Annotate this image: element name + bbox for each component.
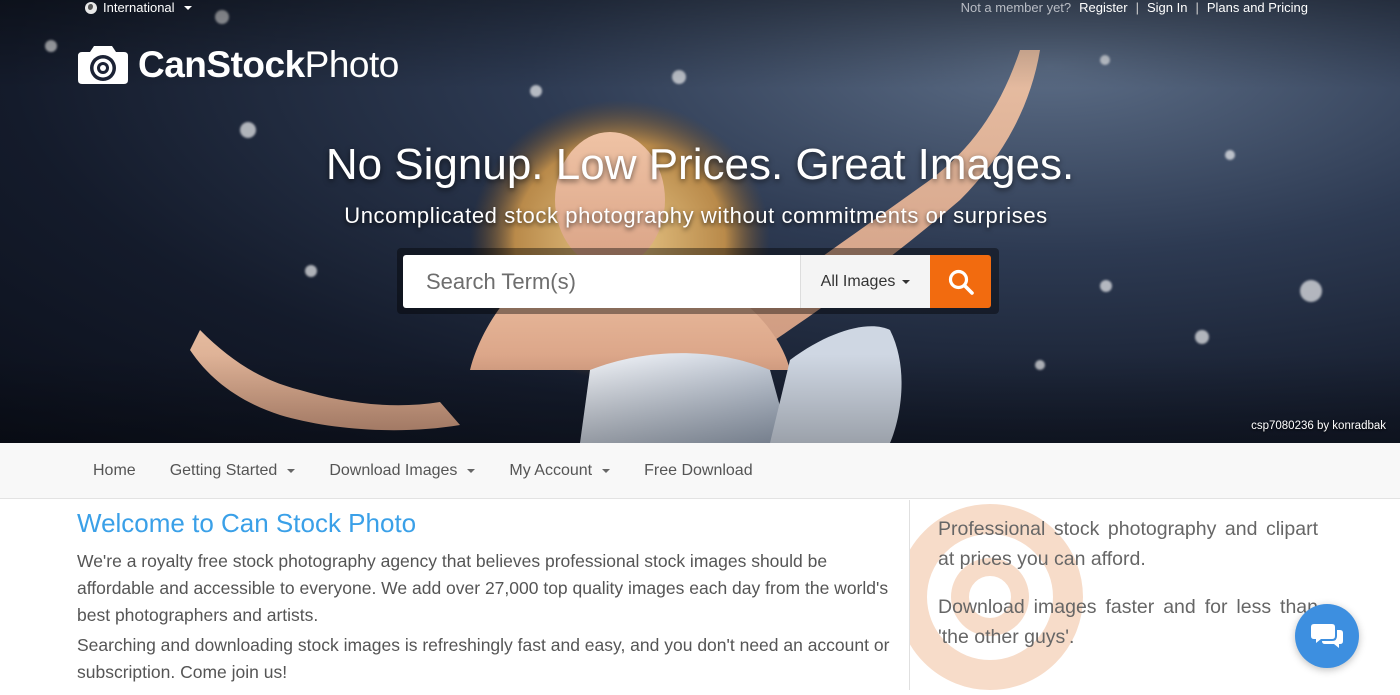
welcome-paragraph: We're a royalty free stock photography a… <box>77 551 889 625</box>
welcome-section: Welcome to Can Stock Photo We're a royal… <box>77 508 892 689</box>
promo-paragraph: Download images faster and for less than… <box>938 596 1318 648</box>
chevron-down-icon <box>902 279 911 284</box>
region-label: International <box>103 0 175 15</box>
hero-banner: International Not a member yet? Register… <box>0 0 1400 443</box>
nav-item-my-account[interactable]: My Account <box>492 462 627 480</box>
member-prompt: Not a member yet? <box>960 0 1072 15</box>
site-logo[interactable]: CanStockPhoto <box>76 44 399 86</box>
search-bar: All Images <box>403 255 991 308</box>
brand-name-light: Photo <box>304 44 400 85</box>
sign-in-link[interactable]: Sign In <box>1147 0 1187 15</box>
search-icon <box>948 269 974 295</box>
chevron-down-icon <box>183 5 192 10</box>
chat-icon <box>1311 624 1343 648</box>
chevron-down-icon <box>602 469 611 473</box>
region-selector[interactable]: International <box>85 0 192 15</box>
chevron-down-icon <box>467 469 476 473</box>
search-button[interactable] <box>930 255 991 308</box>
nav-item-label: Getting Started <box>169 462 278 479</box>
account-links: Not a member yet? Register | Sign In | P… <box>961 0 1308 15</box>
globe-icon <box>85 1 97 14</box>
welcome-title: Welcome to Can Stock Photo <box>77 508 417 538</box>
search-input[interactable] <box>403 255 800 308</box>
nav-item-label: Download Images <box>329 462 458 479</box>
photo-credit[interactable]: csp7080236 by konradbak <box>1251 420 1386 432</box>
nav-item-getting-started[interactable]: Getting Started <box>153 462 313 480</box>
nav-item-label: Home <box>93 462 136 479</box>
welcome-paragraph: Searching and downloading stock images i… <box>77 635 890 682</box>
brand-name: CanStockPhoto <box>138 44 399 86</box>
chevron-down-icon <box>287 469 296 473</box>
hero-subhead: Uncomplicated stock photography without … <box>344 203 1048 228</box>
chat-button[interactable] <box>1295 604 1359 668</box>
link-separator: | <box>1135 0 1139 15</box>
nav-item-label: My Account <box>509 462 593 479</box>
image-type-label: All Images <box>820 272 896 290</box>
top-bar: International Not a member yet? Register… <box>0 0 1400 18</box>
nav-item-download-images[interactable]: Download Images <box>312 462 492 480</box>
register-link[interactable]: Register <box>1079 0 1127 15</box>
nav-item-free-download[interactable]: Free Download <box>627 462 770 480</box>
link-separator: | <box>1195 0 1199 15</box>
main-nav: Home Getting Started Download Images My … <box>0 443 1400 499</box>
brand-name-bold: CanStock <box>138 44 305 85</box>
image-type-dropdown[interactable]: All Images <box>800 255 930 308</box>
nav-item-label: Free Download <box>644 462 753 479</box>
hero-headline: No Signup. Low Prices. Great Images. <box>325 140 1075 189</box>
plans-pricing-link[interactable]: Plans and Pricing <box>1207 0 1308 15</box>
camera-logo-icon <box>78 46 128 84</box>
nav-item-home[interactable]: Home <box>76 462 153 480</box>
promo-paragraph: Professional stock photography and clipa… <box>938 518 1318 570</box>
